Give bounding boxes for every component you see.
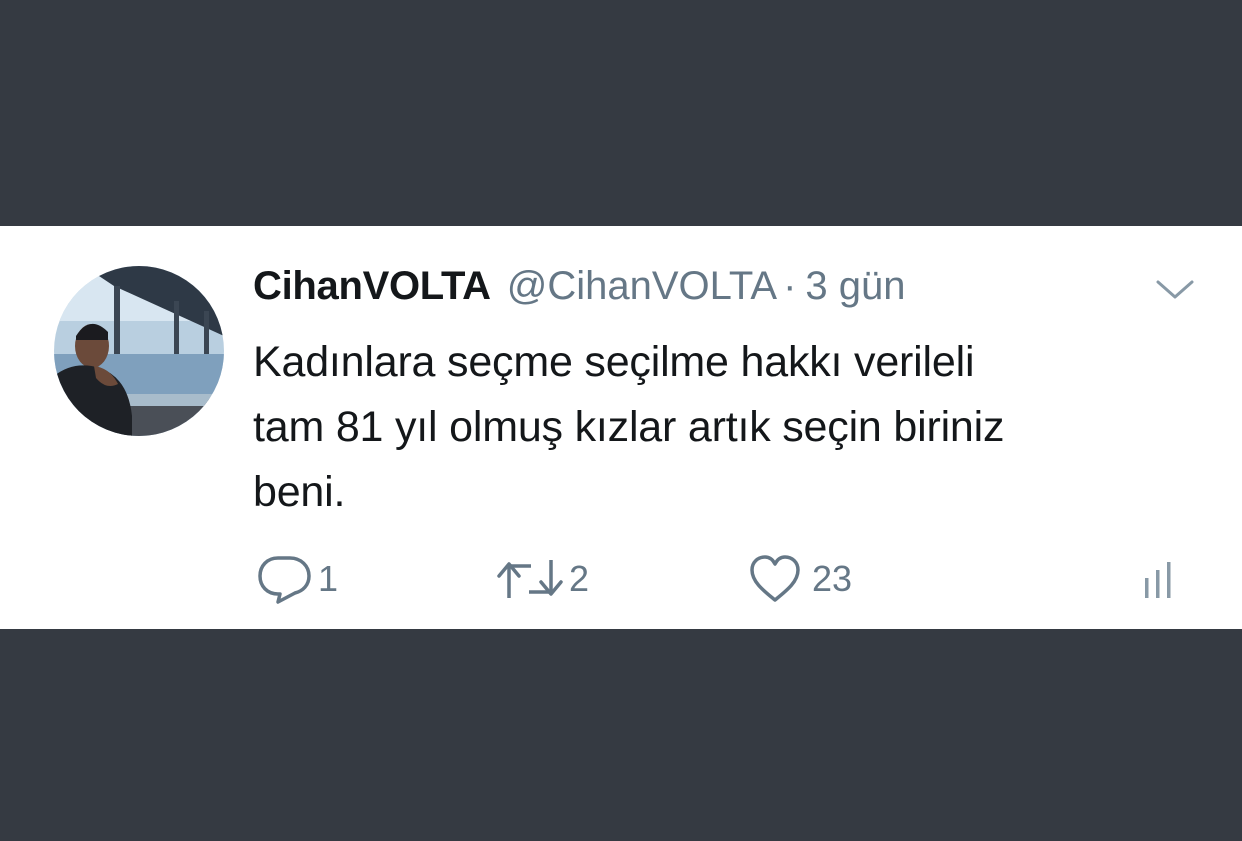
reply-icon	[256, 554, 314, 604]
reply-button[interactable]: 1	[256, 554, 338, 604]
like-button[interactable]: 23	[748, 554, 852, 604]
tweet-text-line: tam 81 yıl olmuş kızlar artık seçin biri…	[253, 403, 1005, 451]
analytics-button[interactable]	[1140, 560, 1180, 605]
retweet-button[interactable]: 2	[495, 554, 589, 604]
heart-icon	[748, 554, 802, 604]
bottom-dark-band	[0, 629, 1242, 841]
reply-count: 1	[318, 558, 339, 599]
separator-dot: ·	[783, 264, 797, 308]
tweet-card[interactable]: CihanVOLTA @CihanVOLTA · 3 gün Kadınlara…	[0, 226, 1242, 629]
avatar[interactable]	[54, 266, 224, 436]
user-handle[interactable]: @CihanVOLTA	[507, 264, 777, 309]
top-dark-band	[0, 0, 1242, 226]
analytics-icon	[1140, 562, 1180, 604]
retweet-icon	[495, 554, 565, 604]
retweet-count: 2	[569, 558, 590, 599]
tweet-header: CihanVOLTA @CihanVOLTA · 3 gün	[253, 264, 906, 314]
tweet-text: Kadınlara seçme seçilme hakkı verileli t…	[253, 330, 1213, 525]
tweet-text-line: beni.	[253, 468, 346, 516]
tweet-text-line: Kadınlara seçme seçilme hakkı verileli	[253, 338, 975, 386]
timestamp[interactable]: 3 gün	[805, 264, 905, 309]
display-name[interactable]: CihanVOLTA	[253, 264, 491, 309]
chevron-down-icon[interactable]	[1155, 278, 1195, 302]
like-count: 23	[812, 558, 853, 599]
